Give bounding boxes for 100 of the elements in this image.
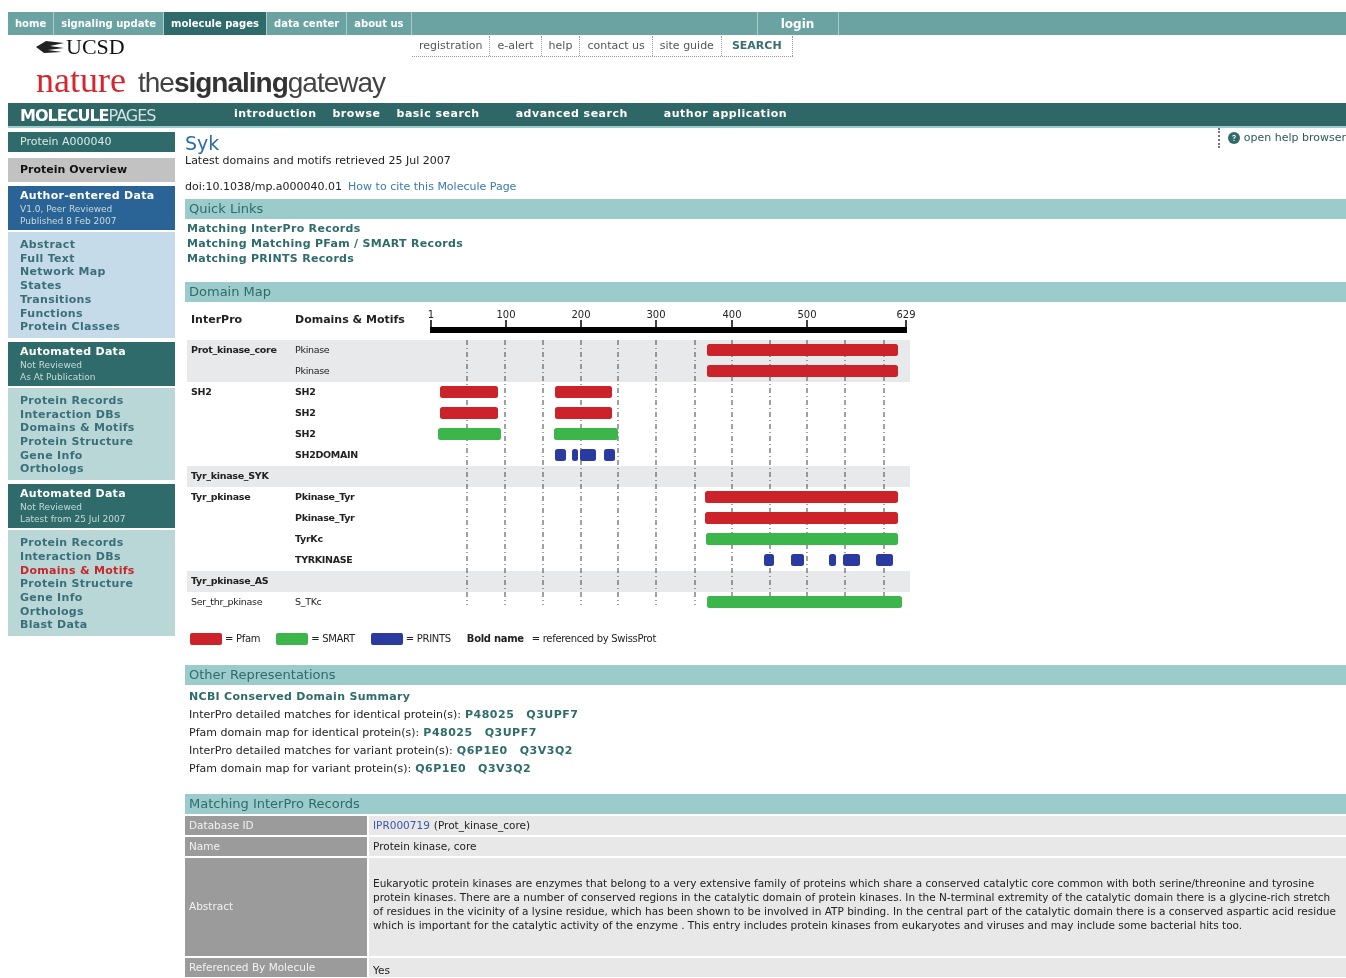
site-name: thesignalinggateway — [137, 69, 386, 97]
section-subtitle: Published 8 Feb 2007 — [20, 215, 118, 227]
quick-link[interactable]: Matching PRINTS Records — [187, 251, 1346, 266]
brand-logo: nature — [36, 62, 126, 98]
representation-text: Pfam domain map for variant protein(s): — [189, 761, 412, 777]
cite-link[interactable]: How to cite this Molecule Page — [348, 180, 517, 194]
nav-tab[interactable]: molecule pages — [163, 12, 267, 35]
sidebar-link[interactable]: Blast Data — [20, 618, 163, 633]
sidebar-link[interactable]: Interaction DBs — [20, 549, 163, 564]
sidebar-link[interactable]: Protein Structure — [20, 577, 163, 591]
university-logo: UCSD — [66, 36, 125, 58]
record-label-cell: Referenced By Molecule — [185, 958, 367, 977]
sequence-axis: 1 100 200 300 400 500 629 — [420, 304, 920, 340]
protein-id-header: Protein A000040 — [8, 132, 175, 152]
section-nav-link[interactable]: author application — [663, 106, 788, 123]
sidebar-link[interactable]: States — [20, 279, 163, 293]
interpro-id-link[interactable]: IPR000719 — [373, 817, 430, 834]
sidebar-link[interactable]: Abstract — [20, 238, 163, 252]
record-label-cell: Database ID — [185, 816, 367, 835]
section-subtitle: Not Reviewed — [20, 501, 83, 514]
interpro-name: Prot_kinase_core — [191, 344, 277, 356]
sidebar-link[interactable]: Interaction DBs — [20, 407, 163, 422]
overview-link[interactable]: Protein Overview — [8, 158, 175, 182]
sidebar-link[interactable]: Functions — [20, 306, 163, 321]
record-label-cell: Name — [185, 837, 367, 856]
record-value: Yes — [373, 962, 390, 978]
section-header: Other Representations — [185, 665, 1346, 685]
section-subtitle: Latest from 25 Jul 2007 — [20, 513, 127, 526]
record-value: (Prot_kinase_core) — [433, 817, 531, 834]
utility-link[interactable]: help — [541, 36, 581, 56]
section-nav-link[interactable]: advanced search — [515, 106, 628, 123]
protein-link[interactable]: Q3V3Q2 — [519, 742, 573, 760]
sidebar-link[interactable]: Gene Info — [20, 448, 163, 463]
record-value: Protein kinase, core — [373, 838, 477, 854]
sidebar-link[interactable]: Protein Records — [20, 536, 163, 550]
domain-name: TYRKINASE — [295, 553, 353, 568]
domain-name: Pkinase — [295, 364, 330, 379]
domain-name: Pkinase — [295, 343, 330, 358]
domain-name: SH2 — [295, 385, 316, 400]
sidebar-link[interactable]: Protein Classes — [20, 320, 163, 334]
doi-text: doi:10.1038/mp.a000040.01 — [185, 180, 343, 194]
representation-text: InterPro detailed matches for identical protein(s): — [189, 707, 461, 723]
domain-name: Pkinase_Tyr — [295, 511, 355, 526]
section-header: Matching InterPro Records — [185, 794, 1346, 814]
utility-link[interactable]: e-alert — [490, 36, 542, 56]
section-header: Quick Links — [185, 199, 1346, 219]
section-nav-link[interactable]: introduction — [234, 106, 317, 123]
domain-name: TyrKc — [295, 532, 323, 547]
column-header: InterPro — [190, 312, 244, 328]
section-subtitle: Not Reviewed — [20, 358, 83, 371]
representation-text: Pfam domain map for identical protein(s): — [189, 725, 420, 741]
section-nav-link[interactable]: browse — [332, 106, 381, 123]
sidebar-link[interactable]: Transitions — [20, 292, 163, 307]
quick-link[interactable]: Matching Matching PFam / SMART Records — [187, 236, 1346, 251]
help-icon — [1227, 132, 1240, 144]
protein-link[interactable]: Q3V3Q2 — [478, 760, 532, 778]
section-nav-link[interactable]: basic search — [396, 106, 480, 123]
legend-label: = Pfam — [225, 632, 261, 646]
record-value: Eukaryotic protein kinases are enzymes that belong to a very extensive family of proteins which share a conserved catalytic core common with both serine/threonine and tyrosine protein kinases. There are a number of conserved regions in the catalytic domain of protein kinases. In the N-terminal extremity of the catalytic domain there is a glycine-rich stretch of residues in the vicinity of a lysine residue, which has been shown to be involved in ATP binding. In the central part of the catalytic domain there is a conserved aspartic acid residue which is important for the catalytic activity of the enzyme . This entry includes protein kinases from eukaryotes and viruses and may include some bacterial hits too. — [373, 877, 1336, 931]
protein-link[interactable]: Q6P1E0 — [415, 760, 467, 778]
sidebar-link[interactable]: Orthologs — [20, 462, 163, 477]
sidebar-link[interactable]: Domains & Motifs — [20, 421, 163, 436]
section-subtitle: V1.0, Peer Reviewed — [20, 203, 114, 215]
domain-name: SH2DOMAIN — [295, 448, 358, 463]
legend-label: Bold name — [466, 632, 524, 646]
sidebar-link[interactable]: Network Map — [20, 265, 163, 280]
quick-link[interactable]: Matching InterPro Records — [187, 221, 1346, 236]
representation-text: InterPro detailed matches for variant protein(s): — [189, 743, 453, 759]
domain-name: Pkinase_Tyr — [295, 490, 355, 505]
utility-link[interactable]: registration — [412, 36, 491, 56]
sidebar-link[interactable]: Protein Structure — [20, 435, 163, 449]
protein-link[interactable]: P48025 — [464, 706, 515, 724]
sidebar-link[interactable]: Domains & Motifs — [20, 563, 163, 578]
protein-link[interactable]: Q3UPF7 — [484, 724, 537, 742]
search-link[interactable]: SEARCH — [721, 36, 793, 56]
legend-label: = referenced by SwissProt — [531, 632, 657, 646]
protein-link[interactable]: Q6P1E0 — [456, 742, 508, 760]
page-title: Syk — [185, 132, 221, 154]
column-header: Domains & Motifs — [295, 312, 405, 328]
protein-link[interactable]: Q3UPF7 — [526, 706, 579, 724]
legend-label: = PRINTS — [405, 632, 451, 646]
sidebar-link[interactable]: Gene Info — [20, 590, 163, 605]
section-title: Author-entered Data — [20, 189, 156, 203]
ncbi-link[interactable]: NCBI Conserved Domain Summary — [189, 688, 1346, 706]
domain-name: SH2 — [295, 406, 316, 421]
protein-link[interactable]: P48025 — [423, 724, 473, 742]
utility-link[interactable]: contact us — [580, 36, 653, 56]
help-browser-link[interactable]: open help browser — [1217, 128, 1346, 148]
sidebar-link[interactable]: Protein Records — [20, 393, 163, 408]
sidebar-link[interactable]: Orthologs — [20, 604, 163, 619]
interpro-name: SH2 — [191, 386, 212, 398]
legend-label: = SMART — [311, 632, 355, 646]
section-subtitle: As At Publication — [20, 370, 97, 383]
domain-name: SH2 — [295, 427, 316, 442]
interpro-name: Tyr_pkinase_AS — [191, 575, 269, 587]
interpro-name: Ser_thr_pkinase — [191, 596, 263, 608]
sidebar-link[interactable]: Full Text — [20, 251, 163, 266]
utility-link[interactable]: site guide — [652, 36, 722, 56]
domain-name: S_TKc — [295, 595, 322, 610]
molecule-pages-logo: MOLECULEPAGES — [20, 106, 157, 126]
